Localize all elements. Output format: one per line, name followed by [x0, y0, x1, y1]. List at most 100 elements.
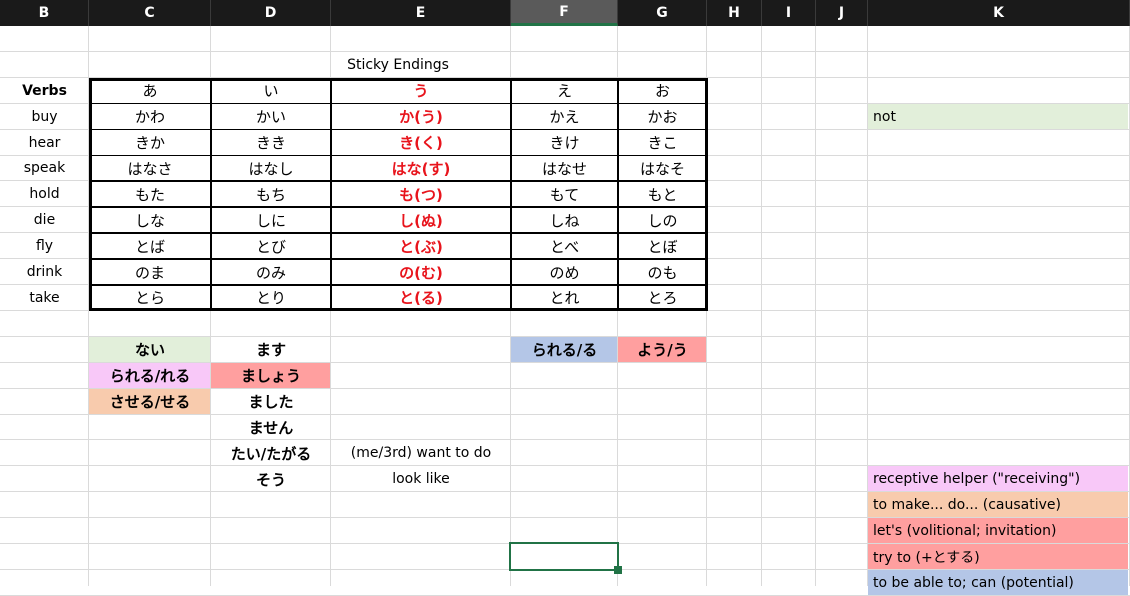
ending-rareru[interactable]: られる/れる	[89, 363, 211, 389]
conjugation-cell[interactable]: かえ	[511, 104, 618, 130]
column-header-k[interactable]: K	[868, 0, 1130, 26]
column-header-c[interactable]: C	[89, 0, 211, 26]
ending-masu[interactable]: ます	[211, 337, 331, 363]
conjugation-cell[interactable]: とば	[89, 233, 211, 259]
ending-mashita[interactable]: ました	[211, 389, 331, 415]
table-column-border	[510, 77, 512, 311]
verb-label[interactable]: take	[0, 285, 89, 311]
conjugation-cell[interactable]: はなし	[211, 156, 331, 182]
conjugation-cell[interactable]: とび	[211, 233, 331, 259]
conjugation-cell[interactable]: とべ	[511, 233, 618, 259]
conjugation-cell[interactable]: かお	[618, 104, 707, 130]
sheet-title[interactable]: Sticky Endings	[89, 52, 707, 78]
grid-line-vertical	[815, 26, 816, 586]
column-header-h[interactable]: H	[707, 0, 762, 26]
conjugation-cell[interactable]: かわ	[89, 104, 211, 130]
legend-volitional[interactable]: let's (volitional; invitation)	[868, 518, 1130, 544]
table-outer-border	[89, 77, 92, 311]
legend-receptive[interactable]: receptive helper ("receiving")	[868, 466, 1130, 492]
conjugation-cell[interactable]: のめ	[511, 259, 618, 285]
conjugation-cell[interactable]: き(く)	[331, 130, 511, 156]
verb-label[interactable]: fly	[0, 233, 89, 259]
conjugation-cell[interactable]: も(つ)	[331, 181, 511, 207]
kana-header[interactable]: い	[211, 78, 331, 104]
fill-handle[interactable]	[614, 565, 622, 574]
verb-label[interactable]: buy	[0, 104, 89, 130]
kana-header[interactable]: お	[618, 78, 707, 104]
table-row-border	[89, 258, 707, 260]
conjugation-cell[interactable]: のみ	[211, 259, 331, 285]
kana-header[interactable]: え	[511, 78, 618, 104]
ending-saseru[interactable]: させる/せる	[89, 389, 211, 415]
conjugation-cell[interactable]: かい	[211, 104, 331, 130]
conjugation-cell[interactable]: きか	[89, 130, 211, 156]
table-row-border	[89, 102, 707, 105]
selected-cell-f21[interactable]	[509, 542, 619, 571]
table-row-border	[89, 206, 707, 208]
ending-rareru-potential[interactable]: られる/る	[511, 337, 618, 363]
conjugation-cell[interactable]: もて	[511, 181, 618, 207]
verb-label[interactable]: drink	[0, 259, 89, 285]
conjugation-cell[interactable]: のま	[89, 259, 211, 285]
conjugation-cell[interactable]: もと	[618, 181, 707, 207]
conjugation-cell[interactable]: しね	[511, 207, 618, 233]
table-column-border	[210, 77, 212, 311]
table-column-border	[330, 77, 332, 311]
ending-sou[interactable]: そう	[211, 466, 331, 492]
column-header-b[interactable]: B	[0, 0, 89, 26]
ending-you[interactable]: よう/う	[618, 337, 707, 363]
conjugation-cell[interactable]: しな	[89, 207, 211, 233]
conjugation-cell[interactable]: しの	[618, 207, 707, 233]
verb-label[interactable]: hear	[0, 130, 89, 156]
column-header-g[interactable]: G	[618, 0, 707, 26]
verb-label[interactable]: speak	[0, 156, 89, 182]
conjugation-cell[interactable]: とぼ	[618, 233, 707, 259]
meaning-look-like[interactable]: look like	[331, 466, 511, 492]
conjugation-cell[interactable]: もた	[89, 181, 211, 207]
legend-potential[interactable]: to be able to; can (potential)	[868, 570, 1130, 596]
ending-masen[interactable]: ません	[211, 415, 331, 441]
column-header-d[interactable]: D	[211, 0, 331, 26]
ending-nai[interactable]: ない	[89, 337, 211, 363]
ending-mashou[interactable]: ましょう	[211, 363, 331, 389]
conjugation-cell[interactable]: きき	[211, 130, 331, 156]
conjugation-cell[interactable]: きけ	[511, 130, 618, 156]
grid-line-vertical	[761, 26, 762, 586]
spreadsheet-grid[interactable]: B C D E F G H I J K Sticky Endings Verbs buy hear spea…	[0, 0, 1130, 596]
verb-label[interactable]: die	[0, 207, 89, 233]
column-header-j[interactable]: J	[816, 0, 868, 26]
column-header-i[interactable]: I	[762, 0, 816, 26]
conjugation-cell[interactable]: しに	[211, 207, 331, 233]
conjugation-cell[interactable]: の(む)	[331, 259, 511, 285]
table-row-border	[89, 180, 707, 182]
conjugation-cell[interactable]: と(ぶ)	[331, 233, 511, 259]
table-outer-border	[705, 77, 708, 311]
ending-tai[interactable]: たい/たがる	[211, 440, 331, 466]
table-row-border	[89, 232, 707, 234]
table-outer-border	[89, 307, 708, 311]
conjugation-cell[interactable]: はなさ	[89, 156, 211, 182]
legend-causative[interactable]: to make... do... (causative)	[868, 492, 1130, 518]
table-outer-border	[89, 77, 707, 81]
legend-not[interactable]: not	[868, 104, 1130, 130]
meaning-want-to-do[interactable]: (me/3rd) want to do	[331, 440, 511, 466]
conjugation-cell[interactable]: はなそ	[618, 156, 707, 182]
column-header-e[interactable]: E	[331, 0, 511, 26]
conjugation-cell[interactable]: か(う)	[331, 104, 511, 130]
table-row-border	[89, 128, 707, 131]
legend-try[interactable]: try to (+とする)	[868, 544, 1130, 570]
table-column-border	[617, 77, 619, 311]
conjugation-cell[interactable]: し(ぬ)	[331, 207, 511, 233]
conjugation-cell[interactable]: もち	[211, 181, 331, 207]
kana-header[interactable]: う	[331, 78, 511, 104]
conjugation-cell[interactable]: のも	[618, 259, 707, 285]
conjugation-cell[interactable]: きこ	[618, 130, 707, 156]
conjugation-cell[interactable]: はな(す)	[331, 156, 511, 182]
kana-header[interactable]: あ	[89, 78, 211, 104]
grid-line-horizontal	[0, 439, 1130, 441]
table-row-border	[89, 154, 707, 156]
conjugation-cell[interactable]: はなせ	[511, 156, 618, 182]
verb-label[interactable]: hold	[0, 181, 89, 207]
verbs-header[interactable]: Verbs	[0, 78, 89, 104]
column-header-f[interactable]: F	[511, 0, 618, 26]
